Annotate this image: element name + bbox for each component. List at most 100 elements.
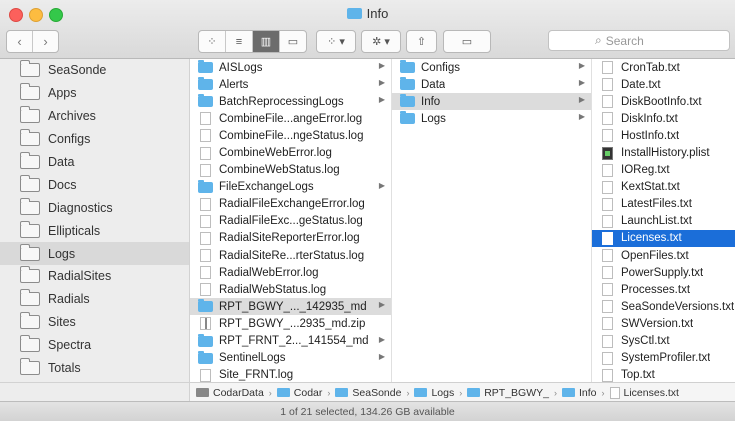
path-segment-codar[interactable]: Codar xyxy=(276,387,322,399)
document-icon xyxy=(602,163,613,177)
sidebar-item-spectra[interactable]: Spectra xyxy=(0,334,189,357)
path-separator-icon: › xyxy=(601,387,605,398)
list-icon: ≡ xyxy=(235,35,243,48)
sidebar-item-archives[interactable]: Archives xyxy=(0,105,189,128)
file-item[interactable]: CombineWebStatus.log xyxy=(190,162,391,179)
chevron-right-icon: › xyxy=(43,34,48,49)
folder-item[interactable]: RPT_BGWY_..._142935_md ▶ xyxy=(190,298,391,316)
path-segment-logs[interactable]: Logs xyxy=(414,387,454,399)
file-item[interactable]: Date.txt xyxy=(592,76,735,93)
file-item[interactable]: CronTab.txt xyxy=(592,59,735,76)
item-name: SystemProfiler.txt xyxy=(621,352,711,365)
sidebar-item-docs[interactable]: Docs xyxy=(0,173,189,196)
sidebar-item-label: RadialSites xyxy=(48,269,112,284)
folder-item[interactable]: Data ▶ xyxy=(392,76,591,93)
folder-item[interactable]: Alerts ▶ xyxy=(190,76,391,93)
cover-flow-button[interactable]: ▭ xyxy=(279,31,306,52)
file-item[interactable]: SeaSondeVersions.txt xyxy=(592,298,735,315)
file-item[interactable]: OpenFiles.txt xyxy=(592,247,735,264)
sidebar-item-totals[interactable]: Totals xyxy=(0,357,189,380)
sidebar-item-ellipticals[interactable]: Ellipticals xyxy=(0,219,189,242)
file-item[interactable]: CombineWebError.log xyxy=(190,144,391,161)
document-icon xyxy=(609,386,620,399)
folder-icon xyxy=(467,388,481,397)
item-name: Processes.txt xyxy=(621,283,691,296)
sidebar-item-sites[interactable]: Sites xyxy=(0,311,189,334)
file-item[interactable]: RadialSiteRe...rterStatus.log xyxy=(190,247,391,264)
icon-view-button[interactable]: ⁘ xyxy=(199,31,225,52)
file-item[interactable]: Site_FRNT.log xyxy=(190,367,391,382)
action-button[interactable]: ✲ ▾ xyxy=(361,30,401,53)
tags-button[interactable]: ▭ xyxy=(443,30,491,53)
sidebar-item-label: Logs xyxy=(48,246,76,261)
folder-item[interactable]: Info ▶ xyxy=(392,93,591,111)
file-item[interactable]: SWVersion.txt xyxy=(592,315,735,332)
file-item[interactable]: Top.txt xyxy=(592,367,735,382)
folder-icon xyxy=(20,152,40,169)
folder-item[interactable]: Configs ▶ xyxy=(392,59,591,76)
file-item[interactable]: KextStat.txt xyxy=(592,179,735,196)
path-segment-seasonde[interactable]: SeaSonde xyxy=(335,387,401,399)
file-item[interactable]: RadialSiteReporterError.log xyxy=(190,230,391,247)
file-item[interactable]: LaunchList.txt xyxy=(592,213,735,230)
folder-item[interactable]: Logs ▶ xyxy=(392,110,591,127)
disclosure-arrow-icon: ▶ xyxy=(578,95,585,105)
path-segment-codardata[interactable]: CodarData xyxy=(190,387,264,399)
list-view-button[interactable]: ≡ xyxy=(225,31,252,52)
navigation-buttons: ‹ › xyxy=(6,30,59,53)
arrange-button[interactable]: ⁘ ▾ xyxy=(316,30,356,53)
file-item[interactable]: CombineFile...ngeStatus.log xyxy=(190,127,391,144)
file-item[interactable]: IOReg.txt xyxy=(592,162,735,179)
file-item[interactable]: PowerSupply.txt xyxy=(592,264,735,281)
item-name: LaunchList.txt xyxy=(621,215,692,228)
folder-item[interactable]: FileExchangeLogs ▶ xyxy=(190,179,391,196)
file-item[interactable]: SystemProfiler.txt xyxy=(592,350,735,367)
sidebar-item-radialsites[interactable]: RadialSites xyxy=(0,265,189,288)
share-button[interactable]: ⇧ xyxy=(406,30,437,53)
folder-item[interactable]: RPT_FRNT_2..._141554_md ▶ xyxy=(190,333,391,350)
folder-icon xyxy=(198,94,213,108)
folder-item[interactable]: AISLogs ▶ xyxy=(190,59,391,76)
file-item[interactable]: SysCtl.txt xyxy=(592,333,735,350)
file-item[interactable]: LatestFiles.txt xyxy=(592,196,735,213)
file-item[interactable]: DiskInfo.txt xyxy=(592,110,735,127)
file-item[interactable]: RadialWebError.log xyxy=(190,264,391,281)
path-segment-info[interactable]: Info xyxy=(561,387,597,399)
folder-item[interactable]: BatchReprocessingLogs ▶ xyxy=(190,93,391,110)
finder-window: Info ‹ › ⁘ ≡ ▥ ▭ ⁘ ▾ ✲ ▾ ⇧ ▭ ⌕ SeaSonde A… xyxy=(0,0,735,421)
sidebar-item-configs[interactable]: Configs xyxy=(0,128,189,151)
file-item[interactable]: Processes.txt xyxy=(592,281,735,298)
path-segment-rpt-bgwy[interactable]: RPT_BGWY_ xyxy=(467,387,549,399)
file-item[interactable]: DiskBootInfo.txt xyxy=(592,93,735,110)
file-item[interactable]: Licenses.txt xyxy=(592,229,735,248)
sidebar-item-radials[interactable]: Radials xyxy=(0,288,189,311)
file-item[interactable]: InstallHistory.plist xyxy=(592,144,735,161)
back-button[interactable]: ‹ xyxy=(7,31,32,52)
sidebar-item-label: Configs xyxy=(48,132,91,147)
path-segment-licenses-txt[interactable]: Licenses.txt xyxy=(609,386,679,399)
file-item[interactable]: CombineFile...angeError.log xyxy=(190,110,391,127)
folder-item[interactable]: SentinelLogs ▶ xyxy=(190,350,391,367)
document-icon xyxy=(200,214,211,228)
search-input[interactable] xyxy=(605,33,716,48)
forward-button[interactable]: › xyxy=(32,31,58,52)
sidebar-item-seasonde[interactable]: SeaSonde xyxy=(0,59,189,82)
path-segment-label: CodarData xyxy=(213,386,264,399)
document-icon xyxy=(200,197,211,211)
file-item[interactable]: RadialFileExc...geStatus.log xyxy=(190,213,391,230)
file-item[interactable]: HostInfo.txt xyxy=(592,127,735,144)
file-item[interactable]: RadialFileExchangeError.log xyxy=(190,196,391,213)
sidebar-item-apps[interactable]: Apps xyxy=(0,82,189,105)
column-view-button[interactable]: ▥ xyxy=(252,31,279,52)
sidebar-footer xyxy=(0,382,190,402)
file-item[interactable]: RPT_BGWY_...2935_md.zip xyxy=(190,315,391,332)
item-name: LatestFiles.txt xyxy=(621,198,692,211)
folder-icon xyxy=(20,266,40,284)
file-item[interactable]: RadialWebStatus.log xyxy=(190,281,391,298)
sidebar-item-label: Apps xyxy=(48,86,77,101)
sidebar-item-data[interactable]: Data xyxy=(0,151,189,174)
sidebar-item-logs[interactable]: Logs xyxy=(0,242,189,266)
search-field[interactable]: ⌕ xyxy=(548,30,730,51)
document-icon xyxy=(602,61,613,75)
sidebar-item-diagnostics[interactable]: Diagnostics xyxy=(0,196,189,219)
